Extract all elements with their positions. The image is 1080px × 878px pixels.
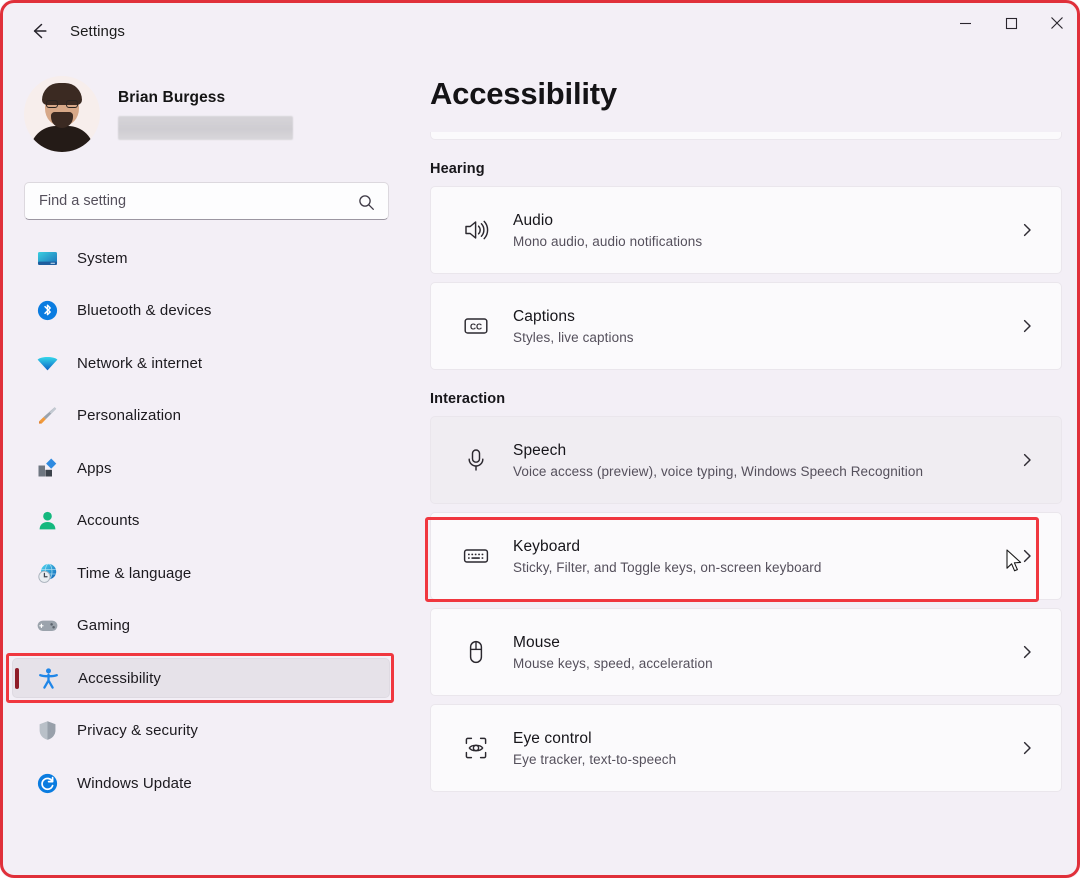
back-arrow-icon — [33, 23, 47, 39]
chevron-right-icon[interactable] — [1019, 644, 1035, 660]
card-text: Keyboard Sticky, Filter, and Toggle keys… — [513, 538, 1019, 575]
card-mouse[interactable]: Mouse Mouse keys, speed, acceleration — [430, 608, 1062, 696]
apps-icon — [34, 455, 60, 481]
card-keyboard[interactable]: Keyboard Sticky, Filter, and Toggle keys… — [430, 512, 1062, 600]
account-email-redacted — [118, 115, 293, 140]
card-subtitle: Sticky, Filter, and Toggle keys, on-scre… — [513, 559, 822, 575]
card-speech[interactable]: Speech Voice access (preview), voice typ… — [430, 416, 1062, 504]
title-bar: Settings — [0, 0, 1080, 62]
sidebar-item-apps[interactable]: Apps — [12, 448, 390, 488]
sidebar-item-label: Apps — [77, 459, 112, 477]
sidebar-item-accounts[interactable]: Accounts — [12, 501, 390, 541]
mouse-icon — [453, 637, 499, 667]
eye-control-icon — [453, 733, 499, 763]
maximize-button[interactable] — [988, 0, 1034, 46]
chevron-right-icon[interactable] — [1019, 222, 1035, 238]
scrolled-card-sliver — [430, 132, 1062, 140]
sidebar-item-privacy-security[interactable]: Privacy & security — [12, 711, 390, 751]
shield-icon — [34, 718, 60, 744]
maximize-icon — [1005, 17, 1017, 29]
sidebar-item-system[interactable]: System — [12, 238, 390, 278]
sidebar-item-network-internet[interactable]: Network & internet — [12, 343, 390, 383]
closed-caption-icon: CC — [453, 311, 499, 341]
card-captions[interactable]: CC Captions Styles, live captions — [430, 282, 1062, 370]
sidebar-item-label: Network & internet — [77, 354, 203, 372]
card-audio[interactable]: Audio Mono audio, audio notifications — [430, 186, 1062, 274]
account-block[interactable]: Brian Burgess — [24, 76, 412, 152]
card-text: Mouse Mouse keys, speed, acceleration — [513, 634, 1019, 671]
avatar — [24, 76, 100, 152]
search-box[interactable] — [24, 182, 389, 220]
clock-globe-icon — [34, 560, 60, 586]
back-button[interactable] — [20, 15, 58, 47]
sidebar-item-label: Accounts — [77, 512, 140, 529]
card-subtitle: Eye tracker, text-to-speech — [513, 751, 677, 767]
account-name: Brian Burgess — [118, 88, 226, 106]
card-title: Keyboard — [513, 537, 581, 555]
chevron-right-icon[interactable] — [1019, 548, 1035, 564]
sidebar-item-label: System — [77, 249, 128, 267]
chevron-right-icon[interactable] — [1019, 452, 1035, 468]
paintbrush-icon — [34, 403, 60, 429]
sidebar-item-label: Windows Update — [77, 774, 192, 792]
sidebar-item-bluetooth-devices[interactable]: Bluetooth & devices — [12, 291, 390, 331]
chevron-right-icon[interactable] — [1019, 740, 1035, 756]
card-subtitle: Mono audio, audio notifications — [513, 233, 703, 249]
sidebar-nav: System Bluetooth & devices Network & int… — [0, 238, 412, 803]
keyboard-icon — [453, 541, 499, 571]
section-heading-interaction: Interaction — [430, 391, 506, 407]
accessibility-icon — [35, 665, 61, 691]
sidebar-item-accessibility[interactable]: Accessibility — [12, 658, 390, 698]
sidebar-item-time-language[interactable]: Time & language — [12, 553, 390, 593]
sidebar-item-label: Privacy & security — [77, 722, 198, 739]
card-subtitle: Mouse keys, speed, acceleration — [513, 655, 713, 671]
minimize-button[interactable] — [942, 0, 988, 46]
sidebar-item-label: Time & language — [77, 564, 192, 582]
sidebar-item-personalization[interactable]: Personalization — [12, 396, 390, 436]
sidebar-item-label: Accessibility — [78, 669, 161, 687]
minimize-icon — [959, 22, 971, 24]
sidebar-item-windows-update[interactable]: Windows Update — [12, 763, 390, 803]
close-icon — [1051, 17, 1063, 29]
chevron-right-icon[interactable] — [1019, 318, 1035, 334]
gamepad-icon — [34, 613, 60, 639]
account-text: Brian Burgess — [118, 89, 293, 140]
sidebar-item-label: Personalization — [77, 407, 182, 424]
card-eye-control[interactable]: Eye control Eye tracker, text-to-speech — [430, 704, 1062, 792]
bluetooth-icon — [34, 298, 60, 324]
card-subtitle: Voice access (preview), voice typing, Wi… — [513, 463, 924, 479]
person-icon — [34, 508, 60, 534]
card-title: Audio — [513, 211, 554, 229]
card-text: Speech Voice access (preview), voice typ… — [513, 442, 1019, 479]
sidebar: Brian Burgess Find a setting System Blue… — [0, 62, 412, 878]
speaker-icon — [453, 215, 499, 245]
card-text: Captions Styles, live captions — [513, 308, 1019, 345]
card-title: Captions — [513, 307, 575, 325]
sidebar-item-label: Bluetooth & devices — [77, 302, 212, 319]
window-controls — [942, 0, 1080, 46]
card-text: Audio Mono audio, audio notifications — [513, 212, 1019, 249]
wifi-icon — [34, 350, 60, 376]
close-button[interactable] — [1034, 0, 1080, 46]
page-title: Accessibility — [430, 76, 617, 111]
card-text: Eye control Eye tracker, text-to-speech — [513, 730, 1019, 767]
microphone-icon — [453, 445, 499, 475]
search-icon — [358, 194, 375, 216]
sidebar-item-gaming[interactable]: Gaming — [12, 606, 390, 646]
svg-text:CC: CC — [470, 322, 482, 332]
card-title: Mouse — [513, 633, 561, 651]
section-heading-hearing: Hearing — [430, 161, 485, 177]
sidebar-item-label: Gaming — [77, 617, 131, 634]
update-icon — [34, 770, 60, 796]
search-input[interactable] — [25, 183, 388, 219]
main-content: Accessibility Hearing Audio Mono audio, … — [412, 62, 1080, 878]
card-title: Eye control — [513, 729, 592, 747]
card-subtitle: Styles, live captions — [513, 329, 634, 345]
settings-window: Settings Brian Burgess Find a setting Sy… — [0, 0, 1080, 878]
card-title: Speech — [513, 441, 567, 459]
window-title: Settings — [70, 22, 125, 40]
monitor-icon — [34, 245, 60, 271]
